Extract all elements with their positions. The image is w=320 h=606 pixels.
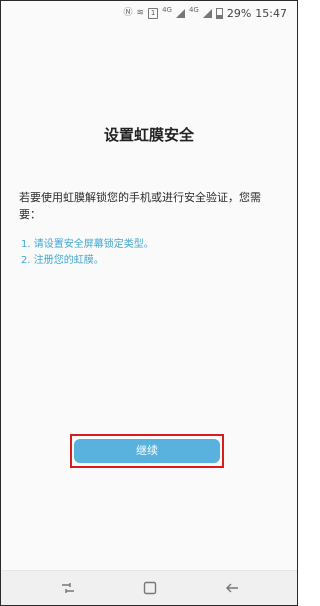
back-icon[interactable] <box>223 579 241 597</box>
step-item: 2. 注册您的虹膜。 <box>21 255 104 266</box>
battery-icon <box>215 7 223 19</box>
recent-apps-icon[interactable] <box>59 579 77 597</box>
network-type-label: 4G <box>162 6 172 14</box>
intro-text: 若要使用虹膜解锁您的手机或进行安全验证，您需要： <box>19 191 261 221</box>
battery-percent: 29% <box>226 6 252 20</box>
phone-screen: Ⓝ ≋ 1 4G 4G 29% 15:47 设置虹膜安全 若要使用虹膜解锁您的手… <box>0 0 298 606</box>
page-title: 设置虹膜安全 <box>103 126 194 144</box>
steps-list: 1. 请设置安全屏幕锁定类型。 2. 注册您的虹膜。 <box>21 237 154 269</box>
network-icon: 4G <box>162 6 172 18</box>
continue-button[interactable]: 继续 <box>74 439 220 463</box>
home-icon[interactable] <box>141 579 159 597</box>
navigation-bar <box>1 570 297 605</box>
sim-icon: 1 <box>148 7 159 19</box>
network2-icon: 4G <box>188 6 199 18</box>
status-time: 15:47 <box>255 6 287 20</box>
step-item: 1. 请设置安全屏幕锁定类型。 <box>21 239 154 250</box>
wifi-icon: ≋ <box>136 8 145 18</box>
network2-type-label: 4G <box>188 6 199 14</box>
status-bar: Ⓝ ≋ 1 4G 4G 29% 15:47 <box>1 1 297 25</box>
signal-icon <box>175 8 185 18</box>
signal2-icon <box>202 8 212 18</box>
nfc-icon: Ⓝ <box>123 8 133 18</box>
